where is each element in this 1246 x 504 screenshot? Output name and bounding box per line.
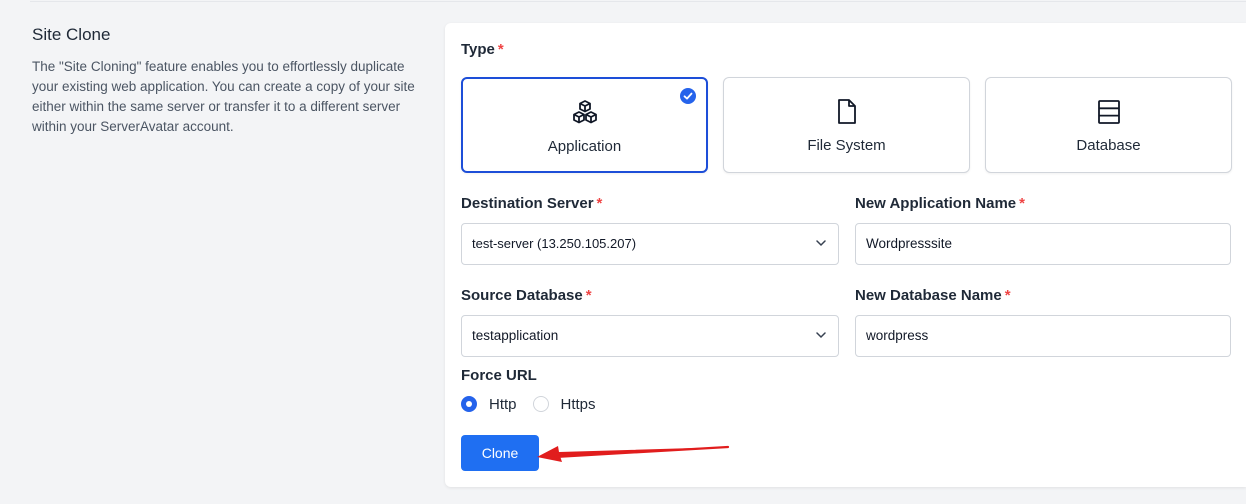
type-option-label: Database: [1076, 137, 1141, 154]
new-application-name-input[interactable]: Wordpresssite: [855, 223, 1231, 265]
clone-button[interactable]: Clone: [461, 435, 539, 471]
type-option-file-system[interactable]: File System: [723, 77, 970, 173]
destination-server-label: Destination Server *: [461, 195, 603, 212]
destination-server-select[interactable]: test-server (13.250.105.207): [461, 223, 839, 265]
source-database-select[interactable]: testapplication: [461, 315, 839, 357]
new-database-name-label: New Database Name *: [855, 287, 1011, 304]
top-divider: [30, 0, 1246, 2]
file-icon: [837, 99, 856, 124]
type-option-label: Application: [547, 138, 622, 155]
section-description: The "Site Cloning" feature enables you t…: [32, 59, 415, 134]
section-title: Site Clone: [32, 25, 111, 44]
source-database-value: testapplication: [472, 328, 559, 343]
force-url-options: Http Https: [461, 395, 612, 413]
database-icon: [1097, 100, 1120, 124]
https-radio[interactable]: [532, 396, 549, 412]
http-radio-label[interactable]: Http: [489, 396, 517, 413]
type-label: Type *: [461, 41, 504, 58]
cubes-icon: [572, 100, 597, 124]
check-circle-icon: [680, 88, 696, 104]
http-radio[interactable]: [461, 396, 477, 412]
new-application-name-label: New Application Name *: [855, 195, 1025, 212]
chevron-down-icon: [816, 240, 826, 247]
new-database-name-value: wordpress: [866, 328, 929, 343]
https-radio-label[interactable]: Https: [561, 396, 596, 413]
section-info: Site Clone The "Site Cloning" feature en…: [32, 25, 422, 137]
new-database-name-input[interactable]: wordpress: [855, 315, 1231, 357]
source-database-label: Source Database *: [461, 287, 592, 304]
force-url-label: Force URL: [461, 367, 537, 384]
type-option-database[interactable]: Database: [985, 77, 1232, 173]
new-application-name-value: Wordpresssite: [866, 236, 953, 251]
clone-form-card: Type * Application File System Database …: [445, 23, 1246, 487]
chevron-down-icon: [816, 332, 826, 339]
type-option-application[interactable]: Application: [461, 77, 708, 173]
type-option-label: File System: [807, 137, 886, 154]
required-mark: *: [497, 41, 504, 58]
destination-server-value: test-server (13.250.105.207): [472, 236, 637, 251]
